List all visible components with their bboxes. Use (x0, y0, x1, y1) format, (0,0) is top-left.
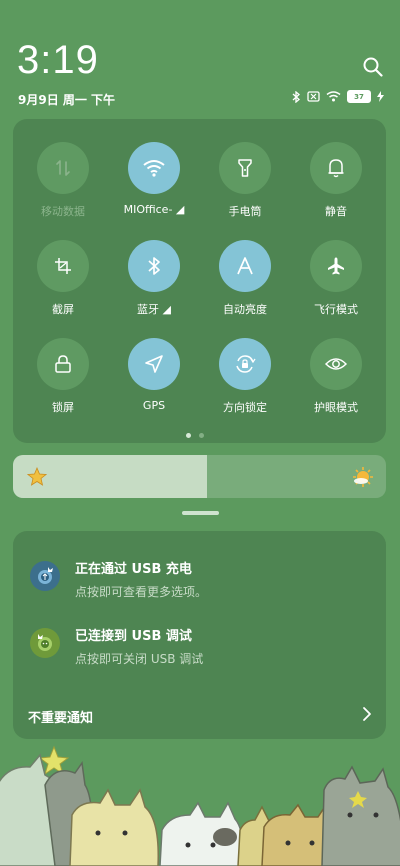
tile-auto-brightness[interactable]: 自动亮度 (200, 240, 290, 317)
bluetooth-icon (128, 240, 180, 292)
tile-eye-protection[interactable]: 护眼模式 (291, 338, 381, 415)
minor-notifications-label[interactable]: 不重要通知 (28, 707, 93, 726)
tile-mobile-data[interactable]: 移动数据 (18, 142, 108, 219)
clock[interactable]: 3:19 (17, 38, 99, 83)
page-dot[interactable] (199, 433, 204, 438)
notification-panel: 正在通过 USB 充电 点按即可查看更多选项。 已连接到 USB 调试 点按即可… (13, 531, 386, 739)
bell-icon (310, 142, 362, 194)
tile-label: 蓝牙 (137, 303, 160, 316)
rotation-lock-icon (219, 338, 271, 390)
dim-sun-icon (27, 467, 47, 486)
flashlight-icon (219, 142, 271, 194)
expand-arrow-icon[interactable]: ◢ (176, 203, 184, 216)
location-arrow-icon (128, 338, 180, 390)
tile-label: 护眼模式 (314, 401, 358, 414)
eye-icon (310, 338, 362, 390)
date[interactable]: 9月9日 周一 下午 (18, 91, 115, 108)
notification-usb-debug[interactable]: 已连接到 USB 调试 点按即可关闭 USB 调试 (30, 625, 370, 667)
tile-mute[interactable]: 静音 (291, 142, 381, 219)
notification-usb-charging[interactable]: 正在通过 USB 充电 点按即可查看更多选项。 (30, 558, 370, 600)
status-icons: 37 (292, 90, 384, 103)
wifi-icon (128, 142, 180, 194)
search-icon[interactable] (362, 56, 384, 78)
airplane-icon (310, 240, 362, 292)
tile-lock-screen[interactable]: 锁屏 (18, 338, 108, 415)
notification-subtitle: 点按即可查看更多选项。 (75, 585, 208, 599)
wifi-icon (326, 91, 341, 102)
expand-arrow-icon[interactable]: ◢ (163, 303, 171, 316)
bluetooth-icon (292, 90, 301, 103)
tile-label: 飞行模式 (314, 303, 358, 316)
tile-label: 静音 (325, 205, 347, 218)
drag-handle[interactable] (182, 511, 219, 515)
quick-settings-panel: 移动数据 MIOffice- ◢ 手电筒 静音 截屏 蓝牙 ◢ 自动亮度 飞行模… (13, 119, 386, 443)
tile-wifi[interactable]: MIOffice- ◢ (109, 142, 199, 216)
bright-sun-icon (353, 467, 373, 487)
tile-screenshot[interactable]: 截屏 (18, 240, 108, 317)
tile-airplane[interactable]: 飞行模式 (291, 240, 381, 317)
tile-bluetooth[interactable]: 蓝牙 ◢ (109, 240, 199, 317)
tile-gps[interactable]: GPS (109, 338, 199, 412)
tile-label: 锁屏 (52, 401, 74, 414)
auto-brightness-icon (219, 240, 271, 292)
screenshot-icon (37, 240, 89, 292)
tile-label: 移动数据 (41, 205, 85, 218)
brightness-slider[interactable] (13, 455, 386, 498)
chevron-right-icon[interactable] (362, 706, 372, 722)
notification-title: 已连接到 USB 调试 (75, 629, 192, 644)
lock-icon (37, 338, 89, 390)
tile-label: 方向锁定 (223, 401, 267, 414)
notification-title: 正在通过 USB 充电 (75, 562, 192, 577)
tile-label: GPS (142, 399, 166, 412)
tile-flashlight[interactable]: 手电筒 (200, 142, 290, 219)
mobile-data-icon (37, 142, 89, 194)
tile-rotation-lock[interactable]: 方向锁定 (200, 338, 290, 415)
no-sim-icon (307, 91, 320, 102)
tile-label: MIOffice- (123, 203, 173, 216)
tile-label: 手电筒 (228, 205, 262, 218)
notification-subtitle: 点按即可关闭 USB 调试 (75, 652, 204, 666)
bolt-icon (377, 91, 384, 102)
tile-label: 截屏 (52, 303, 74, 316)
wallpaper-cats-illustration (0, 745, 400, 866)
android-debug-icon (30, 628, 60, 658)
page-dot-active[interactable] (186, 433, 191, 438)
page-indicator (186, 433, 204, 438)
tile-label: 自动亮度 (223, 303, 267, 316)
usb-charging-icon (30, 561, 60, 591)
battery-icon: 37 (347, 90, 371, 103)
